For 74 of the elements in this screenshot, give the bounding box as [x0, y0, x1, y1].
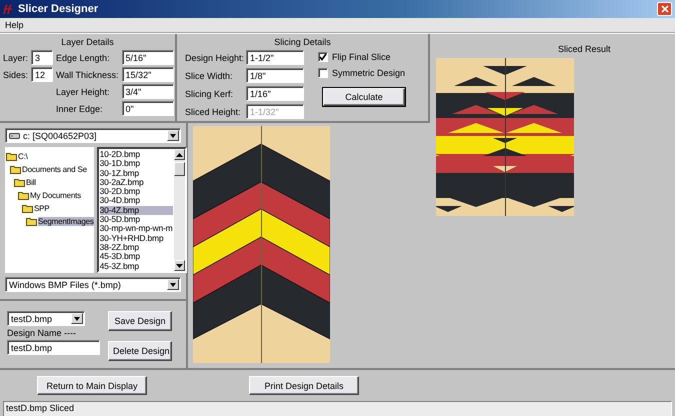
file-list-item[interactable]: 30-5D.bmp: [100, 215, 172, 224]
file-list-item[interactable]: 30-1Z.bmp: [100, 168, 172, 178]
field-label: Inner Edge:: [56, 104, 104, 114]
input-field[interactable]: 1/16": [246, 86, 304, 101]
action-button[interactable]: Return to Main Display: [37, 376, 147, 395]
folder-icon: [14, 178, 25, 187]
design-button[interactable]: Delete Design: [108, 341, 172, 361]
checkbox[interactable]: [318, 52, 328, 62]
scrollbar[interactable]: [174, 149, 184, 271]
app-icon: [3, 4, 14, 14]
panel-title: Layer Details: [60, 37, 115, 47]
down-arrow-icon[interactable]: [176, 264, 182, 268]
file-list-item[interactable]: 30-2D.bmp: [100, 187, 172, 196]
folder-icon: [6, 152, 17, 161]
input-field[interactable]: 0": [122, 101, 174, 116]
input-field[interactable]: 3: [31, 50, 54, 65]
action-button[interactable]: Print Design Details: [249, 376, 359, 395]
field-label: Slice Width:: [185, 70, 234, 80]
folder-item[interactable]: SPP: [22, 202, 94, 215]
field-label: Layer:: [3, 52, 28, 62]
field-label: Design Name ----: [7, 328, 78, 338]
field-label: Sides:: [3, 70, 28, 80]
file-list-item[interactable]: 30-YH+RHD.bmp: [100, 234, 172, 243]
checkbox-label: Symmetric Design: [332, 68, 406, 78]
folder-item[interactable]: My Documents: [18, 189, 94, 202]
field-label: Edge Length:: [56, 52, 111, 62]
folder-icon: [10, 165, 21, 174]
folder-item[interactable]: C:\: [6, 150, 94, 163]
folder-icon: [26, 217, 37, 226]
caret-icon: [170, 282, 176, 286]
close-icon: [660, 5, 668, 13]
up-arrow-icon[interactable]: [176, 152, 182, 156]
folder-item[interactable]: Documents and Se: [10, 163, 94, 176]
panel-title: Sliced Result: [558, 44, 611, 54]
folder-icon: [18, 191, 29, 200]
file-list-item[interactable]: 30-4D.bmp: [100, 196, 172, 206]
input-field[interactable]: 5/16": [122, 50, 174, 65]
field-label: Sliced Height:: [185, 106, 242, 116]
file-type-dropdown[interactable]: Windows BMP Files (*.bmp): [5, 277, 181, 292]
folder-item[interactable]: Bill: [14, 176, 94, 189]
calculate-button[interactable]: Calculate: [323, 88, 406, 106]
input-field[interactable]: 1-1/2": [246, 50, 304, 65]
caret-icon: [170, 134, 176, 138]
input-field[interactable]: 15/32": [122, 67, 174, 82]
input-field[interactable]: 3/4": [122, 84, 174, 99]
design-name-field[interactable]: testD.bmp: [7, 340, 100, 355]
file-list-item[interactable]: 10-2D.bmp: [100, 150, 172, 160]
file-list-item[interactable]: 30-4Z.bmp: [100, 206, 172, 216]
close-button[interactable]: [657, 2, 672, 16]
checkbox[interactable]: [318, 68, 328, 78]
scrollbar-thumb[interactable]: [174, 162, 184, 176]
menu-item[interactable]: Help: [3, 20, 26, 30]
file-list-item[interactable]: 30-mp-wn-mp-wn-m: [100, 224, 172, 234]
file-list-item[interactable]: 30-1D.bmp: [100, 159, 172, 169]
field-label: Layer Height:: [56, 86, 111, 96]
file-list-item[interactable]: 30-2aZ.bmp: [100, 178, 172, 188]
input-field[interactable]: 12: [31, 67, 54, 82]
input-field[interactable]: 1/8": [246, 68, 304, 83]
field-label: Slicing Kerf:: [185, 88, 234, 98]
drive-dropdown[interactable]: c: [SQ004652P03]: [5, 128, 181, 143]
caret-icon: [74, 316, 80, 320]
panel-title: Slicing Details: [273, 37, 332, 47]
file-list-item[interactable]: 38-2Z.bmp: [100, 242, 172, 252]
file-list-item[interactable]: 45-3Z.bmp: [100, 262, 172, 271]
status-text: testD.bmp Sliced: [6, 403, 74, 413]
design-button[interactable]: Save Design: [108, 311, 172, 331]
drive-icon: [9, 132, 20, 139]
window-title: Slicer Designer: [18, 3, 100, 15]
field-label: Design Height:: [185, 52, 244, 62]
folder-icon: [22, 204, 33, 213]
design-dropdown[interactable]: testD.bmp: [7, 311, 85, 326]
checkbox-label: Flip Final Slice: [332, 52, 391, 62]
file-list-item[interactable]: 45-3D.bmp: [100, 252, 172, 262]
field-label: Wall Thickness:: [56, 70, 119, 80]
